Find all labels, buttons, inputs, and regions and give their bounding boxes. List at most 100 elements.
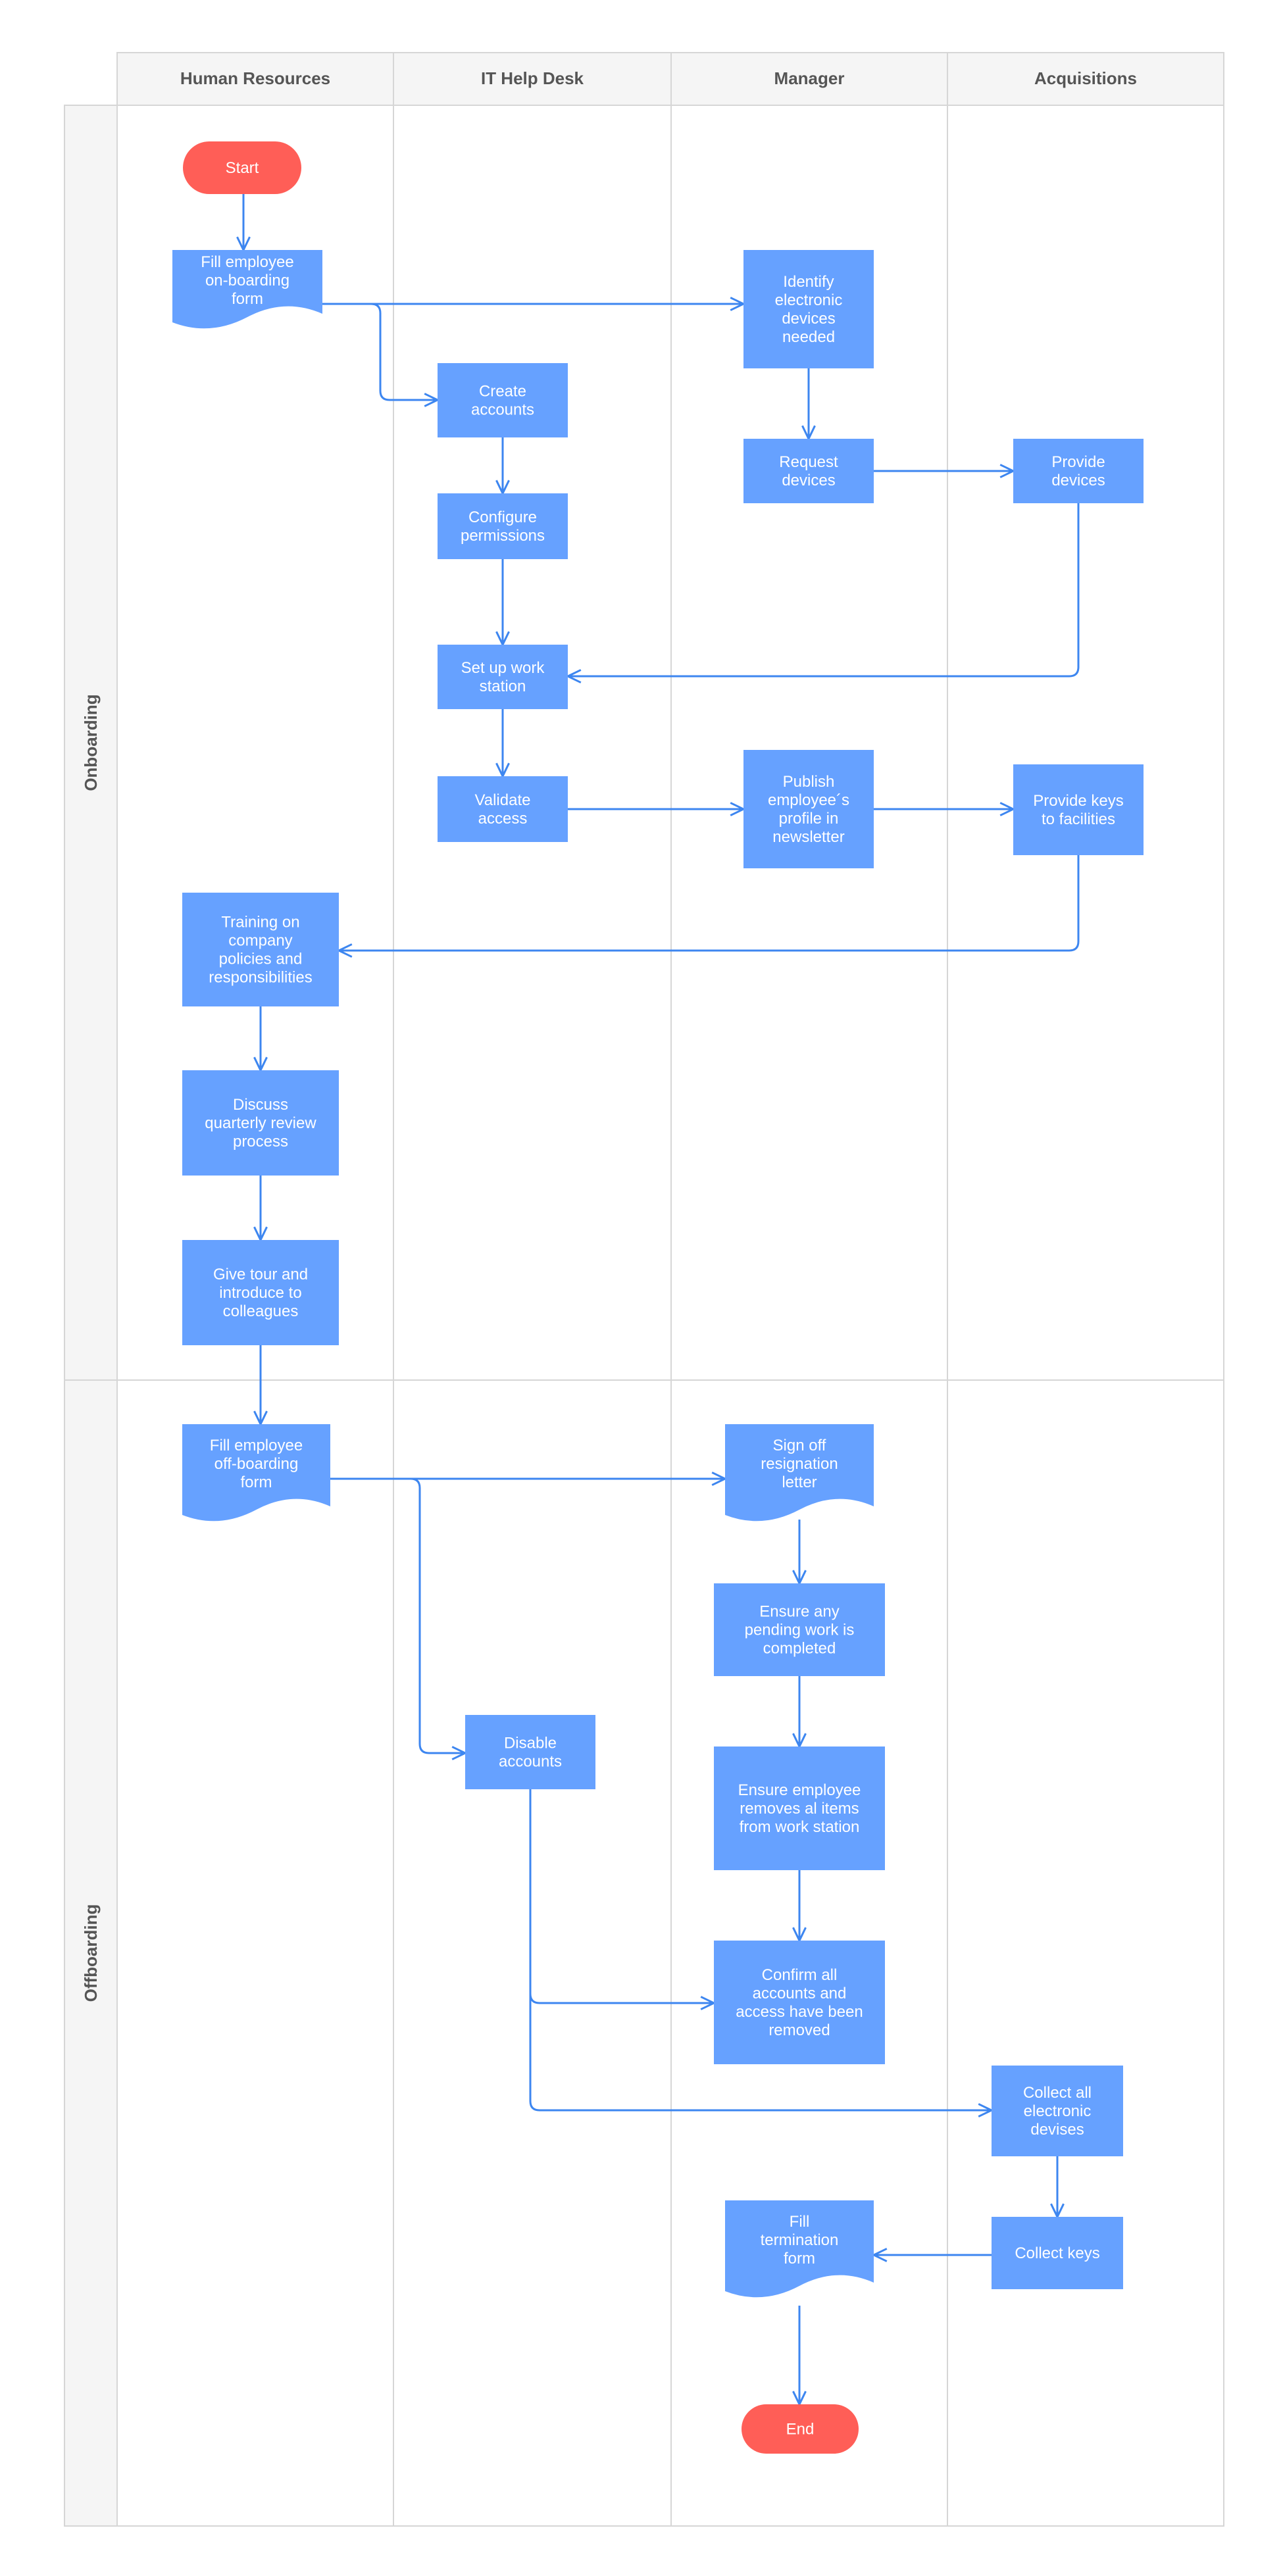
node-publish-profile[interactable]: Publishemployee´sprofile innewsletter — [743, 750, 874, 868]
node-label: Start — [226, 159, 259, 177]
node-label: accounts and — [753, 1985, 847, 2002]
node-label: Request — [779, 453, 838, 471]
node-label: Give tour and — [213, 1266, 308, 1283]
node-label: electronic — [1024, 2102, 1092, 2120]
process-shape — [465, 1715, 595, 1789]
node-label: quarterly review — [205, 1114, 316, 1132]
node-setup-workstation[interactable]: Set up workstation — [438, 645, 568, 709]
node-label: Fill employee — [201, 253, 293, 271]
process-shape — [1013, 764, 1144, 855]
node-training[interactable]: Training oncompanypolicies andresponsibi… — [182, 893, 339, 1006]
node-provide-keys[interactable]: Provide keysto facilities — [1013, 764, 1144, 855]
node-label: Fill — [790, 2213, 810, 2231]
node-label: Training on — [221, 914, 299, 931]
node-label: on-boarding — [205, 272, 289, 289]
node-label: newsletter — [772, 828, 844, 846]
node-label: Fill employee — [210, 1437, 303, 1454]
process-shape — [743, 250, 874, 368]
node-label: colleagues — [223, 1302, 299, 1320]
node-label: Configure — [468, 508, 537, 526]
node-collect-keys[interactable]: Collect keys — [992, 2217, 1123, 2289]
node-label: needed — [782, 328, 835, 346]
node-label: termination — [761, 2231, 839, 2249]
process-shape — [438, 493, 568, 559]
node-label: Discuss — [233, 1096, 288, 1114]
node-label: Ensure employee — [738, 1781, 861, 1799]
node-label: devices — [782, 310, 835, 328]
node-discuss-review[interactable]: Discussquarterly reviewprocess — [182, 1070, 339, 1176]
node-label: off-boarding — [214, 1455, 299, 1473]
node-label: employee´s — [768, 791, 849, 809]
process-shape — [743, 750, 874, 868]
column-header: Acquisitions — [1034, 68, 1137, 88]
node-label: Set up work — [461, 659, 545, 677]
node-label: Validate — [475, 791, 531, 809]
node-label: resignation — [761, 1455, 838, 1473]
row-header: Offboarding — [81, 1904, 101, 2002]
process-shape — [1013, 439, 1144, 503]
node-label: pending work is — [745, 1622, 855, 1639]
node-label: access have been — [736, 2003, 863, 2021]
node-label: Identify — [783, 273, 834, 291]
row-header: Onboarding — [81, 694, 101, 791]
node-label: Collect keys — [1015, 2244, 1099, 2262]
node-label: Provide keys — [1033, 792, 1123, 810]
node-disable-accounts[interactable]: Disableaccounts — [465, 1715, 595, 1789]
node-label: permissions — [461, 527, 545, 545]
node-label: policies and — [219, 951, 303, 968]
node-label: Disable — [504, 1735, 557, 1752]
node-label: process — [233, 1133, 288, 1151]
node-label: access — [478, 810, 528, 828]
process-shape — [438, 645, 568, 709]
process-shape — [438, 776, 568, 842]
node-label: introduce to — [219, 1284, 301, 1302]
node-end[interactable]: End — [742, 2404, 859, 2454]
node-provide-devices[interactable]: Providedevices — [1013, 439, 1144, 503]
node-give-tour[interactable]: Give tour andintroduce tocolleagues — [182, 1240, 339, 1345]
node-ensure-removes[interactable]: Ensure employeeremoves al itemsfrom work… — [714, 1746, 885, 1870]
node-label: responsibilities — [209, 969, 312, 987]
process-shape — [438, 363, 568, 437]
node-ensure-pending[interactable]: Ensure anypending work iscompleted — [714, 1583, 885, 1676]
column-header: Manager — [774, 68, 845, 88]
node-label: company — [228, 932, 292, 950]
column-header: IT Help Desk — [481, 68, 584, 88]
node-label: form — [232, 290, 263, 308]
node-start[interactable]: Start — [183, 141, 301, 194]
node-label: letter — [782, 1474, 817, 1491]
node-validate-access[interactable]: Validateaccess — [438, 776, 568, 842]
swimlane-flowchart: Human Resources IT Help Desk Manager Acquis… — [64, 52, 1224, 2527]
node-confirm-removed[interactable]: Confirm allaccounts andaccess have beenr… — [714, 1941, 885, 2064]
node-label: Confirm all — [762, 1966, 838, 1984]
node-label: Sign off — [773, 1437, 826, 1454]
node-label: removed — [768, 2021, 830, 2039]
node-label: form — [784, 2250, 815, 2267]
node-label: accounts — [499, 1753, 562, 1771]
node-request-devices[interactable]: Requestdevices — [743, 439, 874, 503]
node-label: Ensure any — [759, 1603, 839, 1621]
node-label: End — [786, 2421, 815, 2439]
process-shape — [714, 1941, 885, 2064]
node-label: Collect all — [1023, 2084, 1092, 2102]
node-label: Provide — [1051, 453, 1105, 471]
node-configure-permissions[interactable]: Configurepermissions — [438, 493, 568, 559]
node-label: accounts — [471, 401, 534, 419]
node-label: Create — [479, 383, 526, 401]
node-label: station — [480, 678, 526, 695]
process-shape — [743, 439, 874, 503]
node-label: profile in — [779, 810, 839, 828]
node-label: devices — [782, 472, 835, 489]
node-collect-devices[interactable]: Collect allelectronicdevises — [992, 2066, 1123, 2156]
node-create-accounts[interactable]: Createaccounts — [438, 363, 568, 437]
node-label: completed — [763, 1640, 836, 1658]
node-label: from work station — [740, 1818, 860, 1836]
row-header-bar — [64, 105, 118, 2527]
column-header: Human Resources — [180, 68, 330, 88]
node-label: form — [241, 1474, 272, 1491]
node-label: devises — [1030, 2121, 1084, 2139]
node-identify-devices[interactable]: Identifyelectronicdevicesneeded — [743, 250, 874, 368]
node-label: Publish — [783, 773, 835, 791]
node-label: electronic — [775, 291, 843, 309]
node-label: devices — [1051, 472, 1105, 489]
process-shape — [182, 893, 339, 1006]
